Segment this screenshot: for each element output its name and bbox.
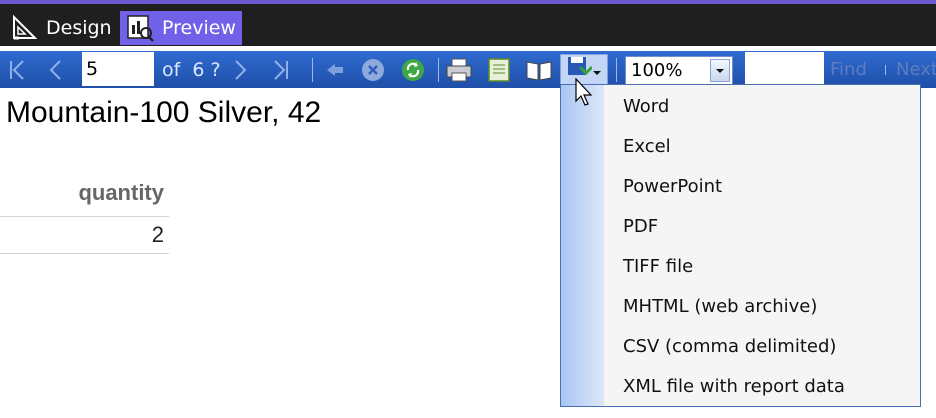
page-number-input[interactable] xyxy=(82,52,154,86)
report-preview-icon xyxy=(125,13,155,43)
find-link[interactable]: Find xyxy=(830,51,867,88)
table-cell-quantity: 2 xyxy=(151,222,164,247)
menu-item-mhtml[interactable]: MHTML (web archive) xyxy=(623,286,817,326)
tab-design[interactable]: Design xyxy=(4,11,116,45)
zoom-dropdown-button[interactable] xyxy=(710,59,730,82)
zoom-value: 100% xyxy=(631,60,683,81)
menu-item-tiff[interactable]: TIFF file xyxy=(623,246,693,286)
report-title: Mountain-100 Silver, 42 xyxy=(6,96,322,129)
menu-item-pdf[interactable]: PDF xyxy=(623,206,658,246)
chevron-down-icon xyxy=(716,69,724,73)
print-icon[interactable] xyxy=(444,51,474,88)
refresh-icon[interactable] xyxy=(398,51,428,88)
menu-icon-gutter xyxy=(561,85,604,406)
table-divider xyxy=(0,253,169,254)
toolbar-separator xyxy=(312,58,313,82)
menu-item-xml[interactable]: XML file with report data xyxy=(623,366,845,406)
first-page-icon[interactable] xyxy=(4,51,30,88)
mouse-cursor-icon xyxy=(575,77,595,112)
print-layout-icon[interactable] xyxy=(485,51,513,88)
menu-item-powerpoint[interactable]: PowerPoint xyxy=(623,166,722,206)
tab-preview[interactable]: Preview xyxy=(120,11,242,45)
column-header-quantity: quantity xyxy=(78,180,164,205)
zoom-select[interactable]: 100% xyxy=(625,56,733,85)
toolbar-separator xyxy=(616,58,617,82)
last-page-icon[interactable] xyxy=(268,51,294,88)
next-link[interactable]: Next xyxy=(896,51,936,88)
tab-design-label: Design xyxy=(46,17,112,39)
of-label: of xyxy=(162,58,181,81)
ruler-triangle-icon xyxy=(9,13,39,43)
export-menu: Word Excel PowerPoint PDF TIFF file MHTM… xyxy=(560,84,921,407)
toolbar-separator xyxy=(885,65,886,75)
tab-bar: Design Preview xyxy=(0,4,936,46)
page-setup-icon[interactable] xyxy=(524,51,554,88)
find-input[interactable] xyxy=(745,52,824,88)
menu-item-word[interactable]: Word xyxy=(623,86,669,126)
previous-page-icon[interactable] xyxy=(42,51,68,88)
toolbar-separator xyxy=(438,58,439,82)
menu-item-excel[interactable]: Excel xyxy=(623,126,671,166)
tab-preview-label: Preview xyxy=(162,17,236,39)
page-count: of 6 ? xyxy=(162,51,221,88)
menu-item-csv[interactable]: CSV (comma delimited) xyxy=(623,326,836,366)
table-divider xyxy=(0,216,169,217)
next-page-icon[interactable] xyxy=(228,51,254,88)
back-icon[interactable] xyxy=(322,51,348,88)
total-pages: 6 ? xyxy=(192,58,221,81)
stop-icon[interactable] xyxy=(358,51,388,88)
